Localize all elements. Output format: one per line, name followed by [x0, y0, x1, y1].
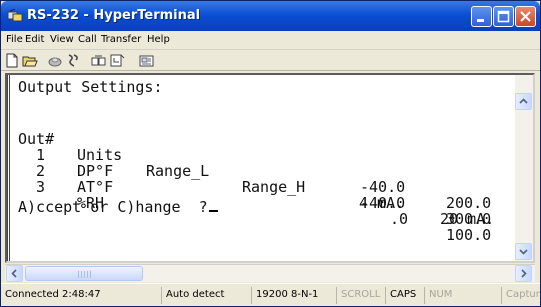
minimize-icon	[477, 19, 484, 22]
window-title: RS-232 - HyperTerminal	[27, 8, 201, 23]
menu-transfer[interactable]: Transfer	[101, 34, 141, 45]
new-icon[interactable]	[4, 53, 20, 68]
hyperterminal-app-icon	[7, 9, 23, 22]
table-row: 1 DP°F -40.0 200.0	[10, 131, 515, 211]
status-caps: CAPS	[385, 287, 420, 304]
menu-bar: File Edit View Call Transfer Help	[1, 31, 540, 50]
scroll-down-button[interactable]	[515, 243, 532, 260]
terminal-frame: Output Settings: Out# Units Range_L Rang…	[5, 73, 535, 263]
hyperterminal-window: RS-232 - HyperTerminal File Edit View Ca…	[0, 0, 541, 307]
status-bar: Connected 2:48:47 Auto detect 19200 8-N-…	[1, 283, 540, 306]
chevron-down-icon	[519, 249, 528, 255]
table-row: 3 %RH .0 100.0	[10, 163, 515, 243]
properties-icon[interactable]	[139, 53, 155, 68]
send-icon[interactable]	[91, 53, 107, 68]
chevron-left-icon	[11, 269, 17, 278]
vertical-scrollbar[interactable]	[515, 75, 533, 261]
toolbar	[1, 50, 540, 71]
status-num: NUM	[424, 287, 456, 304]
prompt-line: A)ccept or C)hange ?	[18, 199, 218, 215]
status-scroll: SCROLL	[336, 287, 384, 304]
receive-icon[interactable]	[109, 53, 125, 68]
connect-icon[interactable]	[47, 53, 63, 68]
prompt-text: A)ccept or C)hange ?	[18, 198, 208, 216]
row-units: AT°F	[77, 178, 114, 196]
chevron-right-icon	[521, 269, 527, 278]
close-button[interactable]	[515, 6, 536, 27]
row-4ma: -40.0	[360, 194, 406, 212]
horizontal-scroll-thumb[interactable]	[25, 266, 143, 281]
row-out: 3	[36, 178, 46, 196]
disconnect-icon[interactable]	[65, 53, 81, 68]
table-row: 2 AT°F -40.0 300.0	[10, 147, 515, 227]
scroll-up-button[interactable]	[515, 93, 532, 110]
chevron-up-icon	[519, 98, 528, 104]
row-4ma: .0	[390, 210, 409, 228]
maximize-button[interactable]	[493, 6, 514, 27]
status-capture: Capture	[501, 287, 540, 304]
row-20ma: 100.0	[446, 226, 492, 244]
output-settings-heading: Output Settings:	[18, 78, 163, 96]
menu-call[interactable]: Call	[78, 34, 97, 45]
status-port-settings: 19200 8-N-1	[251, 287, 322, 304]
minimize-button[interactable]	[471, 6, 492, 27]
scroll-left-button[interactable]	[6, 265, 23, 282]
status-detect: Auto detect	[161, 287, 228, 304]
open-icon[interactable]	[22, 53, 38, 68]
row-20ma: 300.0	[446, 210, 492, 228]
text-cursor	[208, 210, 218, 212]
menu-help[interactable]: Help	[147, 34, 170, 45]
menu-view[interactable]: View	[50, 34, 74, 45]
header-range-h: Range_H	[242, 178, 306, 196]
menu-edit[interactable]: Edit	[25, 34, 44, 45]
horizontal-scrollbar[interactable]	[5, 264, 535, 282]
title-bar[interactable]: RS-232 - HyperTerminal	[1, 1, 540, 31]
status-connected: Connected 2:48:47	[5, 289, 101, 300]
maximize-icon	[497, 10, 510, 23]
row-20ma: 200.0	[446, 194, 492, 212]
row-4ma: -40.0	[360, 178, 406, 196]
terminal-screen[interactable]: Output Settings: Out# Units Range_L Rang…	[7, 75, 515, 261]
menu-file[interactable]: File	[6, 34, 23, 45]
column-header-row: Out# Units Range_L Range_H 4 mA. 20 mA.	[10, 115, 515, 227]
grip-icon	[78, 271, 92, 278]
scroll-right-button[interactable]	[515, 265, 532, 282]
close-icon	[520, 11, 531, 22]
